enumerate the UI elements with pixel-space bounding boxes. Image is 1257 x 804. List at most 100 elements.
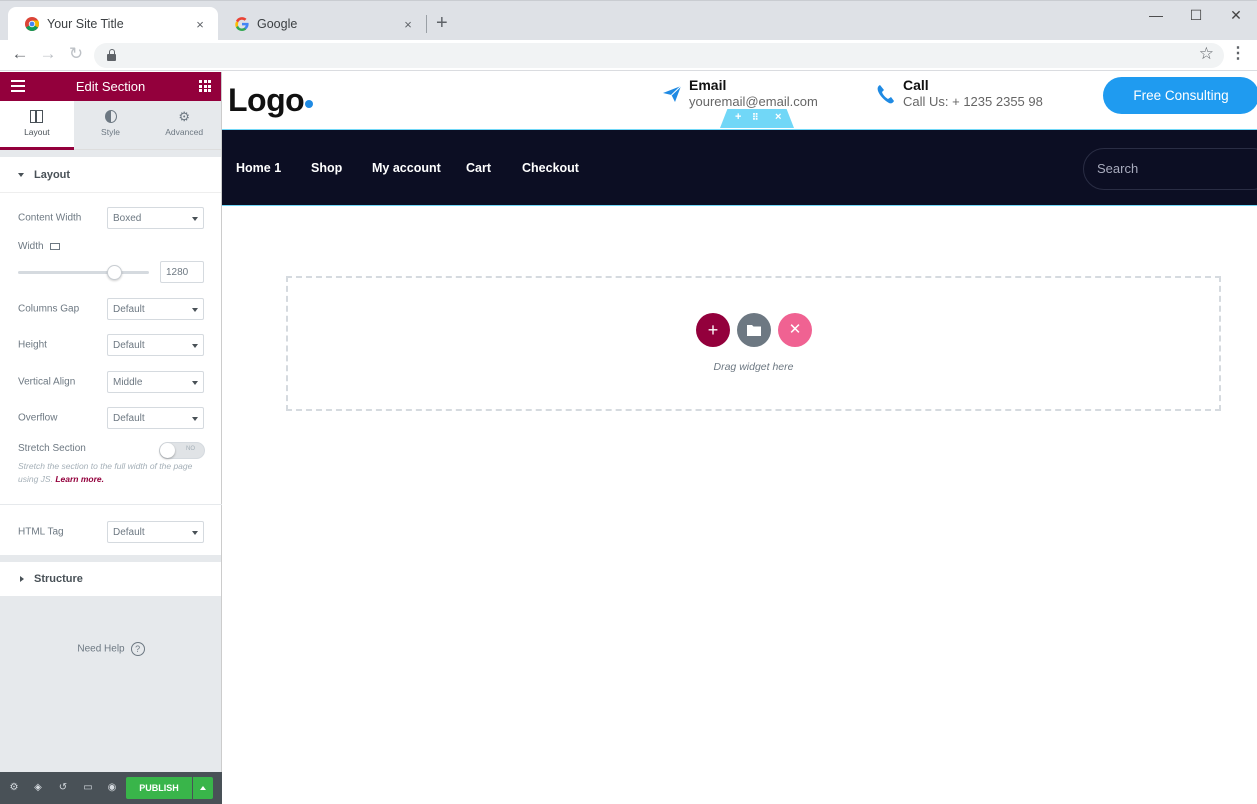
url-field[interactable]: ☆ [94, 43, 1224, 68]
panel-header: Edit Section [0, 72, 221, 101]
publish-options-icon[interactable] [193, 777, 213, 799]
layout-section-toggle[interactable]: Layout [0, 157, 221, 193]
section-handles: + ⠿ × [720, 109, 794, 128]
paper-plane-icon [663, 85, 682, 102]
maximize-icon[interactable]: ☐ [1186, 7, 1206, 24]
tab-google[interactable]: Google × [218, 7, 426, 41]
columns-gap-label: Columns Gap [18, 303, 80, 315]
learn-more-link[interactable]: Learn more. [55, 474, 104, 484]
content-width-label: Content Width [18, 212, 82, 224]
browser-menu-icon[interactable]: ⋮ [1230, 46, 1246, 62]
tab-title: Google [257, 17, 298, 31]
panel-title: Edit Section [75, 79, 146, 94]
toggle-text: NO [186, 446, 195, 452]
section-heading: Structure [34, 573, 83, 585]
navigator-layers-icon[interactable]: ◈ [32, 782, 44, 793]
address-bar: ← → ↻ ☆ [0, 40, 1257, 71]
select-value: Default [113, 413, 145, 424]
html-tag-select[interactable]: Default [107, 521, 204, 543]
forward-icon[interactable]: → [38, 44, 58, 64]
select-value: Default [113, 527, 145, 538]
columns-gap-select[interactable]: Default [107, 298, 204, 320]
select-value: Middle [113, 377, 143, 388]
email-value[interactable]: youremail@email.com [689, 94, 818, 109]
phone-icon [877, 85, 894, 104]
tab-your-site-title[interactable]: Your Site Title × [8, 7, 218, 41]
nav-item-shop[interactable]: Shop [311, 161, 342, 175]
lock-icon [107, 49, 116, 61]
search-input[interactable]: Search [1083, 148, 1257, 190]
close-tab-icon[interactable]: × [192, 17, 208, 32]
add-template-button[interactable] [737, 313, 771, 347]
tab-label: Style [101, 127, 120, 137]
add-new-section-button[interactable]: + [696, 313, 730, 347]
width-number-input[interactable]: 1280 [160, 261, 204, 283]
back-icon[interactable]: ← [10, 44, 30, 64]
help-icon: ? [130, 642, 145, 656]
stretch-section-description: Stretch the section to the full width of… [18, 460, 198, 486]
layout-icon [30, 110, 44, 123]
minimize-icon[interactable]: — [1146, 7, 1166, 23]
tab-style[interactable]: Style [73, 101, 148, 149]
tab-layout[interactable]: Layout [0, 101, 74, 150]
tab-title: Your Site Title [47, 17, 124, 31]
add-section-handle[interactable]: + [735, 111, 741, 123]
settings-icon[interactable]: ⚙ [8, 782, 20, 793]
chrome-icon [25, 17, 39, 31]
select-value: Default [113, 304, 145, 315]
google-icon [235, 17, 249, 31]
free-consulting-button[interactable]: Free Consulting [1103, 77, 1257, 114]
chevron-down-icon [192, 308, 198, 312]
width-slider-handle[interactable] [106, 265, 122, 280]
need-help-link[interactable]: Need Help? [0, 642, 222, 656]
nav-item-cart[interactable]: Cart [466, 161, 491, 175]
new-tab-button[interactable]: + [436, 13, 448, 33]
close-dropzone-icon[interactable]: ✕ [778, 313, 812, 347]
bookmark-star-icon[interactable]: ☆ [1199, 44, 1214, 64]
widgets-grid-icon[interactable] [199, 80, 211, 92]
nav-item-my-account[interactable]: My account [372, 161, 441, 175]
chevron-down-icon [192, 417, 198, 421]
call-title: Call [903, 77, 929, 93]
content-width-select[interactable]: Boxed [107, 207, 204, 229]
columns-gap-control: Columns Gap Default [0, 291, 222, 327]
move-section-handle[interactable]: ⠿ [752, 112, 759, 123]
stretch-section-toggle[interactable]: NO [159, 442, 205, 459]
html-tag-control: HTML Tag Default [0, 514, 222, 550]
vertical-align-select[interactable]: Middle [107, 371, 204, 393]
overflow-label: Overflow [18, 412, 58, 424]
publish-button[interactable]: PUBLISH [126, 777, 192, 799]
hamburger-menu-icon[interactable] [11, 80, 25, 92]
chevron-down-icon [192, 217, 198, 221]
chevron-down-icon [192, 531, 198, 535]
elementor-panel: Edit Section Layout Style ⚙ Advanced Lay… [0, 72, 222, 804]
drag-widget-hint: Drag widget here [713, 361, 794, 373]
nav-item-home[interactable]: Home 1 [236, 161, 281, 175]
select-value: Boxed [113, 213, 142, 224]
empty-section-dropzone[interactable]: + ✕ Drag widget here [286, 276, 1221, 411]
overflow-select[interactable]: Default [107, 407, 204, 429]
history-icon[interactable]: ↺ [57, 782, 69, 793]
nav-item-checkout[interactable]: Checkout [522, 161, 579, 175]
close-tab-icon[interactable]: × [400, 17, 416, 32]
width-label-row: Width [18, 241, 61, 252]
site-preview: Logo Email youremail@email.com Call Call… [222, 72, 1257, 804]
responsive-mode-icon[interactable]: ▭ [82, 782, 94, 793]
site-logo[interactable]: Logo [228, 82, 305, 119]
preview-eye-icon[interactable]: ◉ [106, 782, 118, 793]
height-select[interactable]: Default [107, 334, 204, 356]
tab-advanced[interactable]: ⚙ Advanced [147, 101, 222, 149]
call-value[interactable]: Call Us: + 1235 2355 98 [903, 94, 1043, 109]
height-label: Height [18, 339, 47, 351]
site-navbar: Home 1 Shop My account Cart Checkout Sea… [222, 129, 1257, 206]
structure-section: Structure [0, 562, 221, 596]
browser-tab-strip: Your Site Title × Google × + — ☐ ✕ [0, 0, 1257, 41]
reload-icon[interactable]: ↻ [66, 44, 86, 64]
width-slider[interactable] [18, 265, 149, 280]
divider [0, 504, 222, 505]
close-window-icon[interactable]: ✕ [1226, 7, 1246, 24]
delete-section-handle[interactable]: × [775, 111, 781, 123]
folder-icon [747, 325, 761, 336]
structure-section-toggle[interactable]: Structure [0, 562, 221, 596]
content-width-control: Content Width Boxed [0, 200, 222, 236]
